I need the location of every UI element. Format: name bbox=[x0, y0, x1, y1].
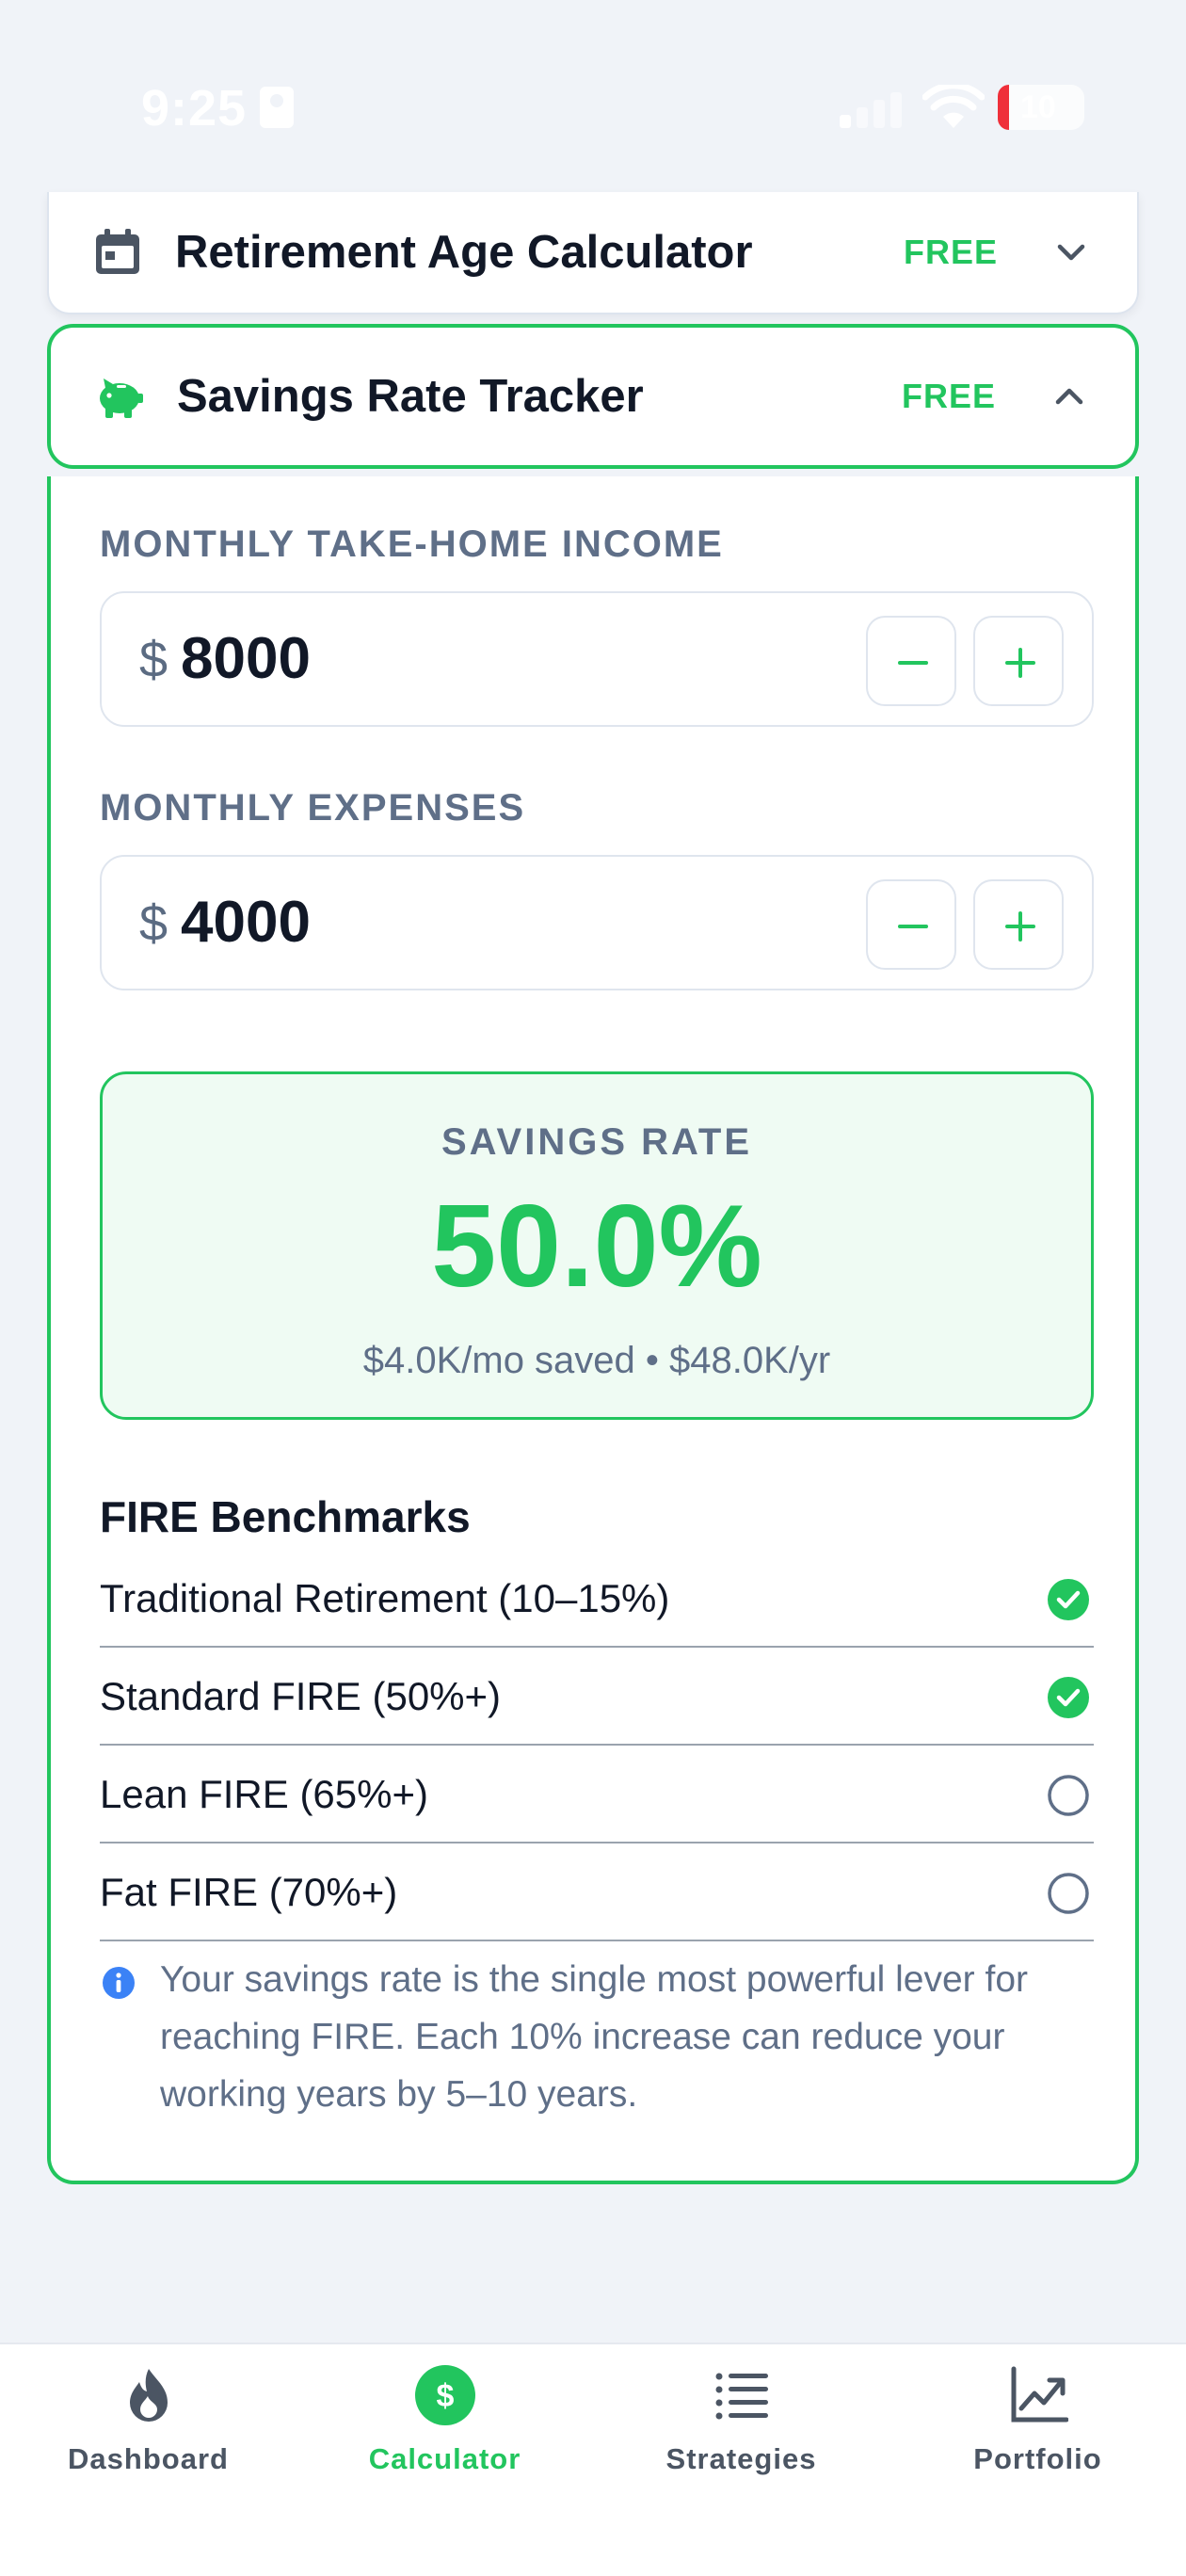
tab-bar: Dashboard $ Calculator Strategies Portfo… bbox=[0, 2343, 1186, 2576]
savings-rate-summary: $4.0K/mo saved • $48.0K/yr bbox=[362, 1340, 831, 1381]
retirement-calculator-card[interactable]: Retirement Age Calculator FREE bbox=[47, 192, 1139, 314]
svg-text:$: $ bbox=[437, 2378, 455, 2414]
expenses-decrement-button[interactable] bbox=[866, 879, 956, 970]
benchmark-row: Traditional Retirement (10–15%) bbox=[100, 1550, 1094, 1648]
tab-label: Calculator bbox=[368, 2442, 521, 2475]
benchmark-label: Fat FIRE (70%+) bbox=[100, 1870, 398, 1914]
check-circle-icon bbox=[1048, 1677, 1089, 1718]
calendar-icon bbox=[96, 229, 139, 274]
list-icon bbox=[715, 2373, 768, 2420]
expenses-label: MONTHLY EXPENSES bbox=[100, 787, 526, 829]
wifi-icon bbox=[922, 85, 985, 128]
card-title: Retirement Age Calculator bbox=[175, 227, 753, 278]
minus-icon bbox=[898, 925, 928, 928]
person-icon bbox=[260, 87, 294, 128]
minus-icon bbox=[898, 661, 928, 665]
benchmark-row: Fat FIRE (70%+) bbox=[100, 1843, 1094, 1941]
info-text: Your savings rate is the single most pow… bbox=[160, 1959, 1029, 2115]
currency-symbol: $ bbox=[139, 895, 168, 952]
empty-circle-icon bbox=[1048, 1775, 1089, 1816]
info-icon bbox=[103, 1967, 135, 1999]
tab-portfolio[interactable]: Portfolio bbox=[890, 2344, 1186, 2576]
benchmark-row: Lean FIRE (65%+) bbox=[100, 1746, 1094, 1843]
savings-tracker-header[interactable]: Savings Rate Tracker FREE bbox=[47, 324, 1139, 469]
benchmark-row: Standard FIRE (50%+) bbox=[100, 1648, 1094, 1746]
expenses-field[interactable]: $ 4000 bbox=[100, 855, 1094, 990]
chevron-up-icon[interactable] bbox=[1050, 378, 1088, 415]
income-increment-button[interactable] bbox=[973, 616, 1064, 706]
dollar-icon: $ bbox=[415, 2365, 475, 2425]
battery-level: 10 bbox=[1020, 89, 1056, 125]
benchmark-label: Standard FIRE (50%+) bbox=[100, 1674, 502, 1718]
savings-rate-result: SAVINGS RATE 50.0% $4.0K/mo saved • $48.… bbox=[100, 1071, 1094, 1420]
chevron-down-icon[interactable] bbox=[1052, 233, 1090, 271]
benchmark-label: Traditional Retirement (10–15%) bbox=[100, 1576, 670, 1620]
empty-circle-icon bbox=[1048, 1873, 1089, 1914]
status-bar: 9:25 10 bbox=[0, 0, 1186, 188]
expenses-increment-button[interactable] bbox=[973, 879, 1064, 970]
income-decrement-button[interactable] bbox=[866, 616, 956, 706]
tab-label: Strategies bbox=[665, 2442, 817, 2475]
income-input[interactable]: 8000 bbox=[181, 625, 311, 692]
benchmarks-title: FIRE Benchmarks bbox=[100, 1492, 471, 1541]
plus-icon bbox=[1005, 911, 1035, 942]
tab-dashboard[interactable]: Dashboard bbox=[0, 2344, 296, 2576]
signal-icon bbox=[840, 90, 906, 128]
chart-icon bbox=[1011, 2366, 1068, 2423]
tab-label: Dashboard bbox=[68, 2442, 229, 2475]
income-label: MONTHLY TAKE-HOME INCOME bbox=[100, 523, 724, 565]
tab-strategies[interactable]: Strategies bbox=[593, 2344, 890, 2576]
free-badge: FREE bbox=[901, 377, 996, 415]
savings-rate-value: 50.0% bbox=[431, 1182, 762, 1312]
free-badge: FREE bbox=[903, 233, 998, 271]
status-time: 9:25 bbox=[141, 80, 248, 137]
expenses-input[interactable]: 4000 bbox=[181, 889, 311, 956]
savings-rate-label: SAVINGS RATE bbox=[441, 1121, 753, 1163]
card-title: Savings Rate Tracker bbox=[177, 371, 644, 422]
plus-icon bbox=[1005, 648, 1035, 678]
tab-label: Portfolio bbox=[973, 2442, 1102, 2475]
benchmark-label: Lean FIRE (65%+) bbox=[100, 1772, 429, 1816]
check-circle-icon bbox=[1048, 1579, 1089, 1620]
income-field[interactable]: $ 8000 bbox=[100, 591, 1094, 727]
tab-calculator[interactable]: $ Calculator bbox=[296, 2344, 593, 2576]
savings-tracker-body: MONTHLY TAKE-HOME INCOME $ 8000 MONTHLY … bbox=[47, 476, 1139, 2184]
piggy-bank-icon bbox=[100, 378, 143, 418]
flame-icon bbox=[130, 2369, 168, 2422]
battery-icon: 10 bbox=[998, 85, 1084, 130]
currency-symbol: $ bbox=[139, 632, 168, 688]
